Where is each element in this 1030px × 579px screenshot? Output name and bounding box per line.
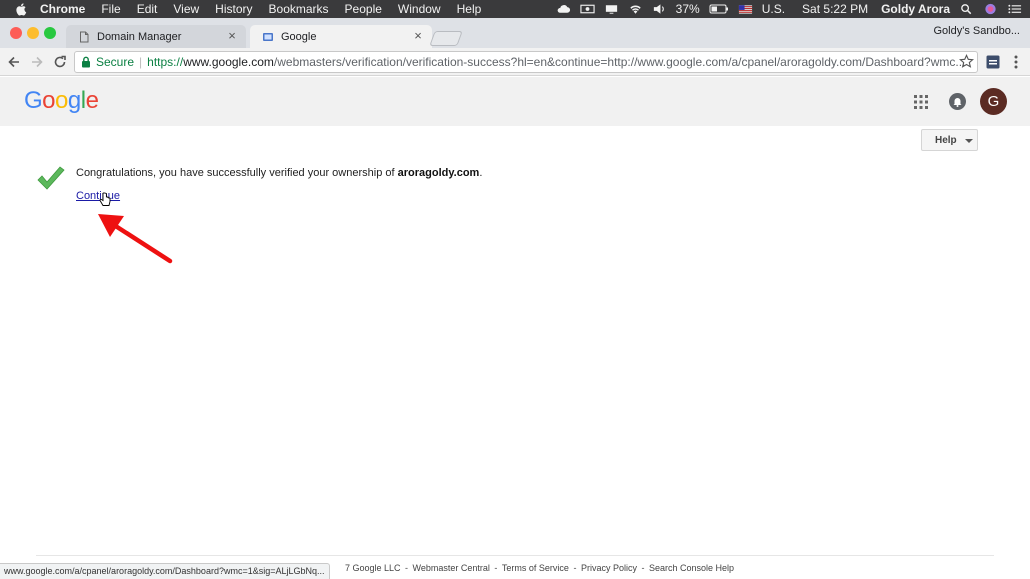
verified-domain: aroragoldy.com <box>397 167 480 179</box>
bookmark-star-icon[interactable] <box>959 54 974 69</box>
help-dropdown-button[interactable]: Help <box>921 129 978 151</box>
browser-toolbar: Secure | https://www.google.com/webmaste… <box>0 48 1030 76</box>
wifi-icon[interactable] <box>628 3 643 15</box>
footer-separator: - <box>402 563 411 573</box>
address-bar[interactable]: Secure | https://www.google.com/webmaste… <box>74 51 978 73</box>
footer-separator: - <box>491 563 500 573</box>
back-arrow-icon[interactable] <box>6 54 22 70</box>
google-logo[interactable]: Google <box>24 87 99 115</box>
display-icon[interactable] <box>604 3 619 15</box>
footer-link-webmaster-central[interactable]: Webmaster Central <box>413 563 490 573</box>
help-label: Help <box>935 134 957 146</box>
window-close-button[interactable] <box>10 27 22 39</box>
spotlight-search-icon[interactable] <box>959 3 974 15</box>
footer-divider <box>36 555 994 556</box>
tab-close-icon[interactable]: × <box>226 29 238 42</box>
notification-center-icon[interactable] <box>1007 3 1022 15</box>
menu-bookmarks[interactable]: Bookmarks <box>269 2 329 16</box>
red-annotation-arrow-icon <box>98 214 173 264</box>
tab-google[interactable]: Google × <box>250 25 432 48</box>
url-scheme: https:// <box>147 55 184 69</box>
profile-name[interactable]: Goldy's Sandbo... <box>934 25 1021 37</box>
footer-separator: - <box>570 563 579 573</box>
dropdown-caret-icon <box>965 139 973 143</box>
footer-link-terms[interactable]: Terms of Service <box>502 563 569 573</box>
footer-link-search-console-help[interactable]: Search Console Help <box>649 563 734 573</box>
extension-icon[interactable] <box>986 55 1000 69</box>
footer-copyright: 7 Google LLC <box>345 563 401 573</box>
reload-icon[interactable] <box>52 54 68 70</box>
logo-letter: g <box>67 87 81 114</box>
logo-letter: G <box>24 87 43 114</box>
forward-arrow-icon[interactable] <box>29 54 45 70</box>
browser-tab-strip: Domain Manager × Google × <box>0 18 1030 48</box>
success-checkmark-icon <box>37 166 65 190</box>
tab-label: Google <box>281 30 317 43</box>
security-label: Secure <box>96 55 135 69</box>
url-path: /webmasters/verification/verification-su… <box>273 55 966 69</box>
screen-record-icon[interactable] <box>580 3 595 15</box>
page-footer: 7 Google LLC - Webmaster Central - Terms… <box>344 563 735 573</box>
menu-people[interactable]: People <box>345 2 382 16</box>
address-separator: | <box>139 55 143 69</box>
account-avatar[interactable]: G <box>980 88 1007 115</box>
window-zoom-button[interactable] <box>44 27 56 39</box>
menubar-user[interactable]: Goldy Arora <box>881 2 950 16</box>
us-flag-icon <box>738 5 752 14</box>
lock-icon[interactable] <box>81 56 91 68</box>
tab-domain-manager[interactable]: Domain Manager × <box>66 25 246 48</box>
macos-menubar: Chrome File Edit View History Bookmarks … <box>0 0 1030 18</box>
apps-grid-icon[interactable] <box>914 95 928 109</box>
cloud-icon[interactable] <box>556 3 571 15</box>
link-status-bubble: www.google.com/a/cpanel/aroragoldy.com/D… <box>0 563 330 579</box>
new-tab-button[interactable] <box>429 31 463 46</box>
menu-help[interactable]: Help <box>457 2 482 16</box>
menu-chrome[interactable]: Chrome <box>40 2 85 16</box>
webmasters-favicon-icon <box>263 32 273 41</box>
menu-edit[interactable]: Edit <box>137 2 158 16</box>
menubar-clock[interactable]: Sat 5:22 PM <box>802 2 868 16</box>
footer-link-privacy[interactable]: Privacy Policy <box>581 563 637 573</box>
menu-window[interactable]: Window <box>398 2 441 16</box>
siri-icon[interactable] <box>983 3 998 15</box>
window-minimize-button[interactable] <box>27 27 39 39</box>
menu-history[interactable]: History <box>215 2 252 16</box>
message-text: Congratulations, you have successfully v… <box>76 167 398 179</box>
footer-separator: - <box>638 563 647 573</box>
tab-label: Domain Manager <box>97 30 182 43</box>
chrome-menu-icon[interactable] <box>1011 54 1021 70</box>
logo-letter: o <box>55 87 68 114</box>
page-icon <box>80 31 89 42</box>
menu-file[interactable]: File <box>101 2 120 16</box>
google-header: Google G <box>0 77 1030 126</box>
menu-view[interactable]: View <box>173 2 199 16</box>
input-source[interactable]: U.S. <box>762 2 785 16</box>
volume-icon[interactable] <box>652 3 667 15</box>
battery-percent: 37% <box>675 2 700 16</box>
url-host: www.google.com <box>183 55 274 69</box>
verification-success-message: Congratulations, you have successfully v… <box>76 167 482 179</box>
message-period: . <box>479 167 483 179</box>
apple-icon[interactable] <box>14 2 28 16</box>
tab-close-icon[interactable]: × <box>412 29 424 42</box>
menubar-status-area: 37% U.S. Sat 5:22 PM Goldy Arora <box>556 0 1022 18</box>
logo-letter: o <box>42 87 56 114</box>
notifications-bell-icon[interactable] <box>949 93 966 110</box>
logo-letter: e <box>85 87 99 114</box>
battery-icon[interactable] <box>709 3 729 15</box>
